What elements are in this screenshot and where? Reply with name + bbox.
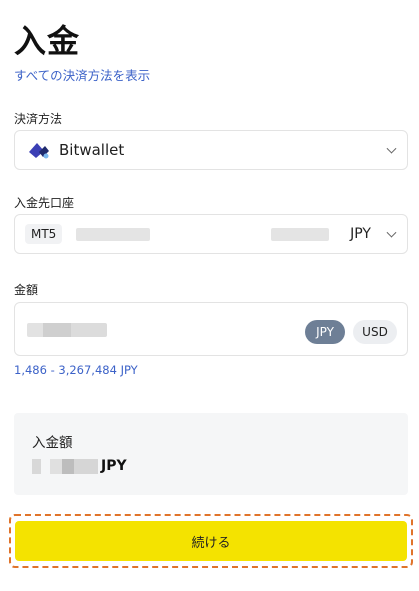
chevron-down-icon	[386, 143, 397, 154]
deposit-account-label: 入金先口座	[14, 196, 75, 210]
deposit-amount-label: 入金額	[32, 435, 73, 451]
chevron-down-icon	[386, 227, 397, 238]
show-all-payment-methods-link[interactable]: すべての決済方法を表示	[14, 65, 150, 84]
amount-value-redacted	[27, 323, 107, 337]
deposit-amount-row: JPY	[32, 458, 127, 474]
account-balance-redacted	[271, 227, 329, 241]
payment-method-value: Bitwallet	[59, 141, 125, 159]
currency-usd-button[interactable]: USD	[353, 320, 397, 344]
account-number-redacted	[76, 227, 151, 241]
currency-jpy-button[interactable]: JPY	[305, 320, 345, 344]
amount-range-hint: 1,486 - 3,267,484 JPY	[14, 363, 138, 377]
page-title: 入金	[14, 22, 81, 60]
payment-method-label: 決済方法	[14, 112, 63, 126]
deposit-amount-redacted	[32, 458, 41, 474]
amount-label: 金額	[14, 283, 39, 297]
continue-button[interactable]: 続ける	[15, 521, 407, 561]
amount-field[interactable]: JPY USD	[14, 302, 408, 356]
deposit-amount-redacted	[50, 458, 98, 474]
account-currency: JPY	[350, 226, 371, 242]
platform-badge: MT5	[25, 224, 63, 244]
deposit-account-select[interactable]: MT5 JPY	[14, 214, 408, 254]
deposit-amount-currency: JPY	[101, 458, 127, 474]
deposit-summary: 入金額 JPY	[14, 413, 408, 495]
bitwallet-logo-icon	[27, 140, 51, 160]
payment-method-select[interactable]: Bitwallet	[14, 130, 408, 170]
continue-button-highlight: 続ける	[9, 514, 413, 568]
